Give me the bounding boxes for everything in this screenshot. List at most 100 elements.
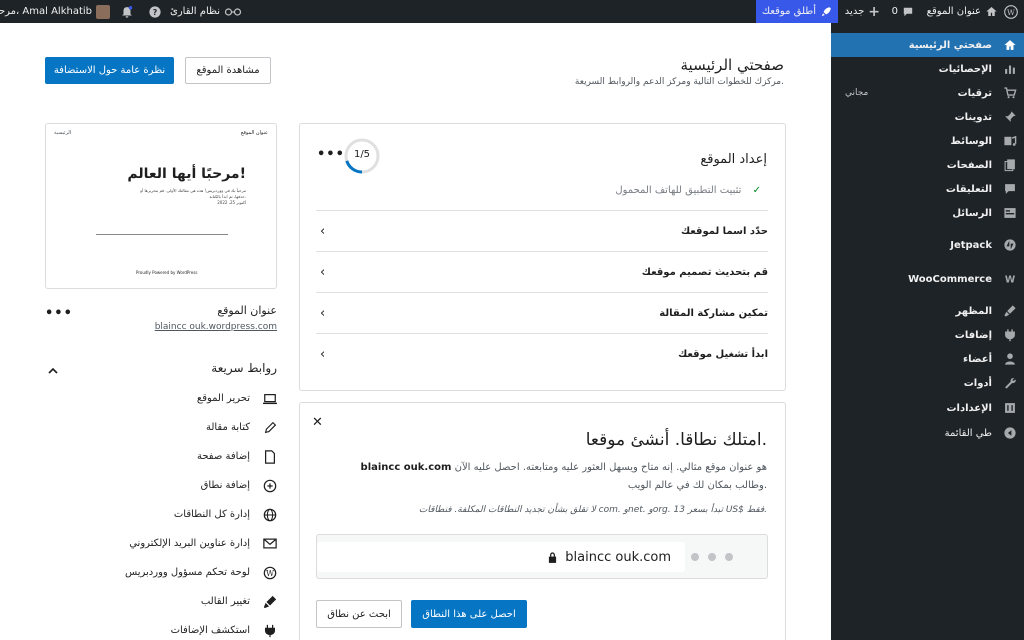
checkmark-icon: ✓ [752,185,761,196]
site-preview-thumbnail[interactable]: عنوان الموقع الرئيسية مرحبًا أيها العالم… [45,123,277,289]
sidebar-item-jetpack[interactable]: Jetpack [831,233,1024,257]
quick-link-wp-admin[interactable]: لوحة تحكم مسؤول ووردبريس W [50,558,278,587]
sidebar-item-feedback[interactable]: الرسائل [831,201,1024,225]
sidebar-item-media[interactable]: الوسائط [831,129,1024,153]
comments-menu[interactable]: 0 [892,0,914,23]
pencil-icon [262,420,278,436]
users-icon [1000,352,1020,366]
sidebar-item-posts[interactable]: تدوينات [831,105,1024,129]
jetpack-icon [1000,238,1020,252]
browser-url: blaincc ouk.com [565,549,671,565]
feedback-icon [1000,206,1020,220]
quick-link-write-post[interactable]: كتابة مقالة [50,413,278,442]
help-button[interactable]: ? [148,0,162,23]
quick-link-add-domain[interactable]: إضافة نطاق [50,471,278,500]
sidebar-item-label: التعليقات [945,183,992,195]
appearance-icon [1000,304,1020,318]
setup-task-row[interactable]: ‹ ابدأ تشغيل موقعك [316,333,768,374]
setup-task-row[interactable]: ‹ حدّد اسما لموقعك [316,210,768,251]
svg-text:W: W [266,569,275,578]
reader-label: نظام القارئ [170,6,220,17]
setup-task-label: حدّد اسما لموقعك [680,225,768,237]
hosting-overview-button[interactable]: نظرة عامة حول الاستضافة [45,57,174,84]
setup-progress-ring: 1/5 [343,137,381,175]
sidebar-item-appearance[interactable]: المظهر [831,299,1024,323]
sidebar-item-pages[interactable]: الصفحات [831,153,1024,177]
plug-icon [262,623,278,639]
quick-link-edit-site[interactable]: تحرير الموقع [50,384,278,413]
site-url-link[interactable]: blaincc ouk.wordpress.com [155,322,277,332]
launch-site-button[interactable]: أطلق موقعك [755,0,838,23]
sidebar-item-label: Jetpack [950,239,992,251]
page-subtitle: مركزك للخطوات التالية ومركز الدعم والروا… [574,77,784,87]
wordpress-icon: W [262,565,278,581]
quick-link-label: كتابة مقالة [205,422,250,433]
domain-browser-mock: blaincc ouk.com [316,534,768,579]
sidebar-item-label: أدوات [963,377,992,389]
quick-link-manage-domains[interactable]: إدارة كل النطاقات [50,500,278,529]
domain-pricing-note: لا تقلق بشأن تجديد النطاقات المكلفة. فنط… [418,505,767,515]
quick-link-explore-plugins[interactable]: استكشف الإضافات [50,616,278,640]
sidebar-item-label: ترقيات [957,87,992,99]
bell-icon [122,5,133,18]
stats-icon [1000,62,1020,76]
sidebar-item-settings[interactable]: الإعدادات [831,396,1024,420]
domain-upsell-card: ✕ امتلك نطاقا. أنشئ موقعا. blaincc ouk.c… [299,402,786,640]
quick-link-change-theme[interactable]: تغيير القالب [50,587,278,616]
comments-count: 0 [891,6,898,17]
rocket-icon [821,6,831,16]
wordpress-logo-button[interactable]: W [1004,0,1018,23]
sidebar-item-collapse[interactable]: طي القائمة [831,421,1024,445]
completed-task: تثبيت التطبيق للهاتف المحمول ✓ [615,185,761,196]
close-icon[interactable]: ✕ [312,415,323,430]
quick-link-add-page[interactable]: إضافة صفحة [50,442,278,471]
site-more-menu[interactable]: ••• [45,306,73,321]
quick-link-label: إدارة عناوين البريد الإلكتروني [129,538,250,549]
sidebar-item-label: الإحصائيات [938,63,992,75]
sidebar-item-woocommerce[interactable]: WooCommerce W [831,267,1024,291]
chevron-up-icon [48,367,58,374]
setup-more-menu[interactable]: ••• [317,147,345,162]
setup-title: إعداد الموقع [700,152,767,167]
domain-card-desc-line2: وطالب بمكان لك في عالم الويب. [627,480,767,491]
quick-link-label: إدارة كل النطاقات [173,509,250,520]
search-domain-button[interactable]: ابحث عن نطاق [316,600,402,628]
sidebar-item-users[interactable]: أعضاء [831,347,1024,371]
domain-name: blaincc ouk.com [360,462,452,473]
wordpress-icon: W [1004,4,1018,19]
site-name-label: عنوان الموقع [926,6,981,17]
setup-task-row[interactable]: ‹ تمكين مشاركة المقالة [316,292,768,333]
new-content-menu[interactable]: جديد + [845,0,880,23]
quick-links-toggle[interactable] [47,362,59,374]
account-menu[interactable]: مرحبًا، Amal Alkhatib [0,0,110,23]
sidebar-item-stats[interactable]: الإحصائيات [831,57,1024,81]
sidebar-item-label: صفحتي الرئيسية [908,39,992,51]
sidebar-item-comments[interactable]: التعليقات [831,177,1024,201]
preview-heading: مرحبًا أيها العالم! [127,166,246,182]
view-site-button[interactable]: مشاهدة الموقع [185,57,271,84]
get-domain-button[interactable]: احصل على هذا النطاق [411,600,527,628]
glasses-icon [224,7,242,16]
domain-card-title: امتلك نطاقا. أنشئ موقعا. [585,430,767,450]
help-icon: ? [149,5,161,18]
sidebar-item-tools[interactable]: أدوات [831,371,1024,395]
sidebar-item-label: طي القائمة [944,427,992,439]
sidebar-item-my-home[interactable]: صفحتي الرئيسية [831,33,1024,57]
chevron-left-icon: ‹ [320,264,326,280]
setup-task-row[interactable]: ‹ قم بتحديث تصميم موقعك [316,251,768,292]
notifications-button[interactable] [120,0,134,23]
preview-text-line1: مرحباً بك في ووردبريس! هذه هي مقالتك الأ… [140,188,246,193]
collapse-icon [1000,426,1020,440]
admin-bar: W عنوان الموقع 0 جديد + أطلق موقعك نظام … [0,0,1024,23]
svg-text:W: W [1007,7,1015,16]
site-name-menu[interactable]: عنوان الموقع [927,0,998,23]
reader-link[interactable]: نظام القارئ [170,0,242,23]
sidebar-item-label: إضافات [954,329,992,341]
home-icon [986,6,997,17]
plus-icon: + [868,3,880,20]
chevron-left-icon: ‹ [320,223,326,239]
main-content: صفحتي الرئيسية مركزك للخطوات التالية ومر… [0,23,831,640]
quick-link-manage-emails[interactable]: إدارة عناوين البريد الإلكتروني [50,529,278,558]
launch-label: أطلق موقعك [761,6,816,17]
sidebar-item-plugins[interactable]: إضافات [831,323,1024,347]
